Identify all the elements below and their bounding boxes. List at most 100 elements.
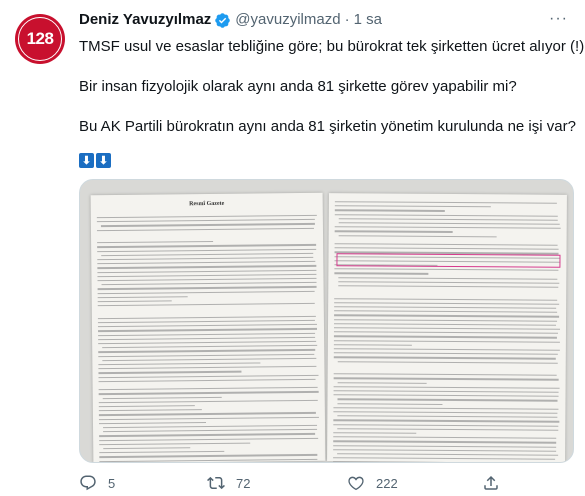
more-options-icon[interactable]: ··· <box>549 10 568 28</box>
scanned-text-line <box>96 219 315 223</box>
scanned-text-line <box>102 345 317 349</box>
scanned-text-line <box>97 261 316 265</box>
scanned-text-line <box>97 273 317 278</box>
scanned-text-line <box>337 360 558 364</box>
retweet-count: 72 <box>236 475 251 491</box>
tweet-line-1: TMSF usul ve esaslar tebliğine göre; bu … <box>79 38 585 55</box>
tweet-line-2: Bir insan fizyolojik olarak aynı anda 81… <box>79 78 517 95</box>
separator-dot: · <box>344 11 350 28</box>
scanned-text-line <box>102 396 223 399</box>
reply-count: 5 <box>108 475 116 491</box>
tweet-time[interactable]: 1 sa <box>354 10 382 30</box>
scanned-text-line <box>334 205 491 208</box>
scanned-text-line <box>334 213 558 217</box>
scanned-text-line <box>338 234 498 238</box>
scanned-text-line <box>98 399 319 404</box>
share-button[interactable] <box>482 474 500 492</box>
tweet-header: Deniz Yavuzyılmaz @yavuzyilmazd · 1 sa <box>79 10 574 30</box>
avatar[interactable]: 128 <box>15 14 65 64</box>
verified-badge-icon <box>215 12 231 28</box>
scanned-text-line <box>99 458 318 462</box>
scanned-text-line <box>333 390 559 393</box>
retweet-button[interactable]: 72 <box>207 474 250 492</box>
scanned-text-line <box>98 387 318 391</box>
scanned-text-line <box>97 248 317 252</box>
scanned-text-line <box>97 256 314 261</box>
tweet-content: Deniz Yavuzyılmaz @yavuzyilmazd · 1 sa ·… <box>79 10 585 168</box>
scanned-text-line <box>333 411 558 414</box>
scanned-text-line <box>97 300 172 303</box>
scanned-text-line <box>334 314 560 318</box>
scanned-text-line <box>337 402 443 405</box>
scanned-text-line <box>98 349 316 353</box>
scanned-text-line <box>98 336 315 341</box>
scanned-text-line <box>333 440 556 444</box>
scanned-text-line <box>333 377 559 381</box>
reply-button[interactable]: 5 <box>79 474 115 492</box>
scanned-text-line <box>102 357 316 362</box>
author-handle[interactable]: @yavuzyilmazd <box>235 10 340 30</box>
scanned-text-line <box>334 201 558 204</box>
scanned-text-line <box>337 415 557 419</box>
scanned-text-line <box>101 282 317 286</box>
avatar-ring: 128 <box>18 17 62 61</box>
scanned-text-line <box>338 218 558 221</box>
scanned-text-line <box>334 272 429 275</box>
scanned-text-line <box>337 428 558 431</box>
scanned-text-line <box>334 310 558 314</box>
scanned-text-line <box>333 444 557 448</box>
scanned-text-line <box>98 405 195 408</box>
scanned-text-line <box>98 421 207 425</box>
scanned-text-line <box>97 324 317 328</box>
scanned-text-line <box>334 268 558 272</box>
scanned-text-line <box>333 449 557 452</box>
scanned-text-line <box>333 356 557 360</box>
gazette-page-right <box>327 193 567 462</box>
like-icon <box>348 476 364 491</box>
avatar-text: 128 <box>26 29 54 48</box>
gazette-page-left: Resmî Gazete <box>90 192 326 462</box>
scanned-text-line <box>98 340 316 345</box>
scanned-text-line <box>333 423 559 427</box>
scanned-text-line <box>96 214 317 219</box>
scanned-text-line <box>333 331 559 335</box>
reply-icon <box>80 475 96 491</box>
scanned-text-line <box>338 276 558 280</box>
gazette-title: Resmî Gazete <box>189 200 225 208</box>
scanned-text-line <box>334 297 558 301</box>
scanned-text-line <box>101 252 314 257</box>
scanned-text-line <box>98 371 242 374</box>
scanned-text-line <box>97 265 317 269</box>
scanned-text-line <box>338 281 560 284</box>
author-name[interactable]: Deniz Yavuzyılmaz <box>79 10 211 30</box>
tweet-text: TMSF usul ve esaslar tebliğine göre; bu … <box>79 37 585 168</box>
tweet-actions: 5 72 222 <box>79 474 574 494</box>
emoji-row: ⬇ ⬇ <box>79 153 574 168</box>
scanned-text-line <box>97 244 317 248</box>
like-button[interactable]: 222 <box>347 474 398 492</box>
tweet-line-3: Bu AK Partili bürokratın aynı anda 81 şi… <box>79 118 576 135</box>
scanned-text-line <box>103 424 318 429</box>
scanned-text-line <box>97 286 317 290</box>
scanned-text-line <box>334 318 557 322</box>
scanned-text-line <box>333 461 559 462</box>
scanned-text-line <box>337 453 558 456</box>
scanned-text-line <box>333 339 560 343</box>
tweet-image[interactable]: Resmî Gazete <box>79 179 574 463</box>
scanned-text-line <box>99 433 316 437</box>
scanned-text-line <box>99 442 251 446</box>
scanned-text-line <box>98 328 318 332</box>
scanned-text-line <box>333 373 557 377</box>
scanned-text-line <box>97 241 213 244</box>
scanned-text-line <box>98 353 315 357</box>
scanned-text-line <box>97 303 316 307</box>
highlighted-clause <box>336 253 561 268</box>
down-arrow-emoji-icon: ⬇ <box>79 153 94 168</box>
scanned-text-line <box>334 302 559 305</box>
scanned-text-line <box>333 344 412 346</box>
scanned-text-line <box>333 432 416 434</box>
scanned-text-line <box>334 306 557 309</box>
scanned-text-line <box>100 223 315 227</box>
scanned-text-line <box>334 243 558 246</box>
scanned-text-line <box>334 230 453 233</box>
